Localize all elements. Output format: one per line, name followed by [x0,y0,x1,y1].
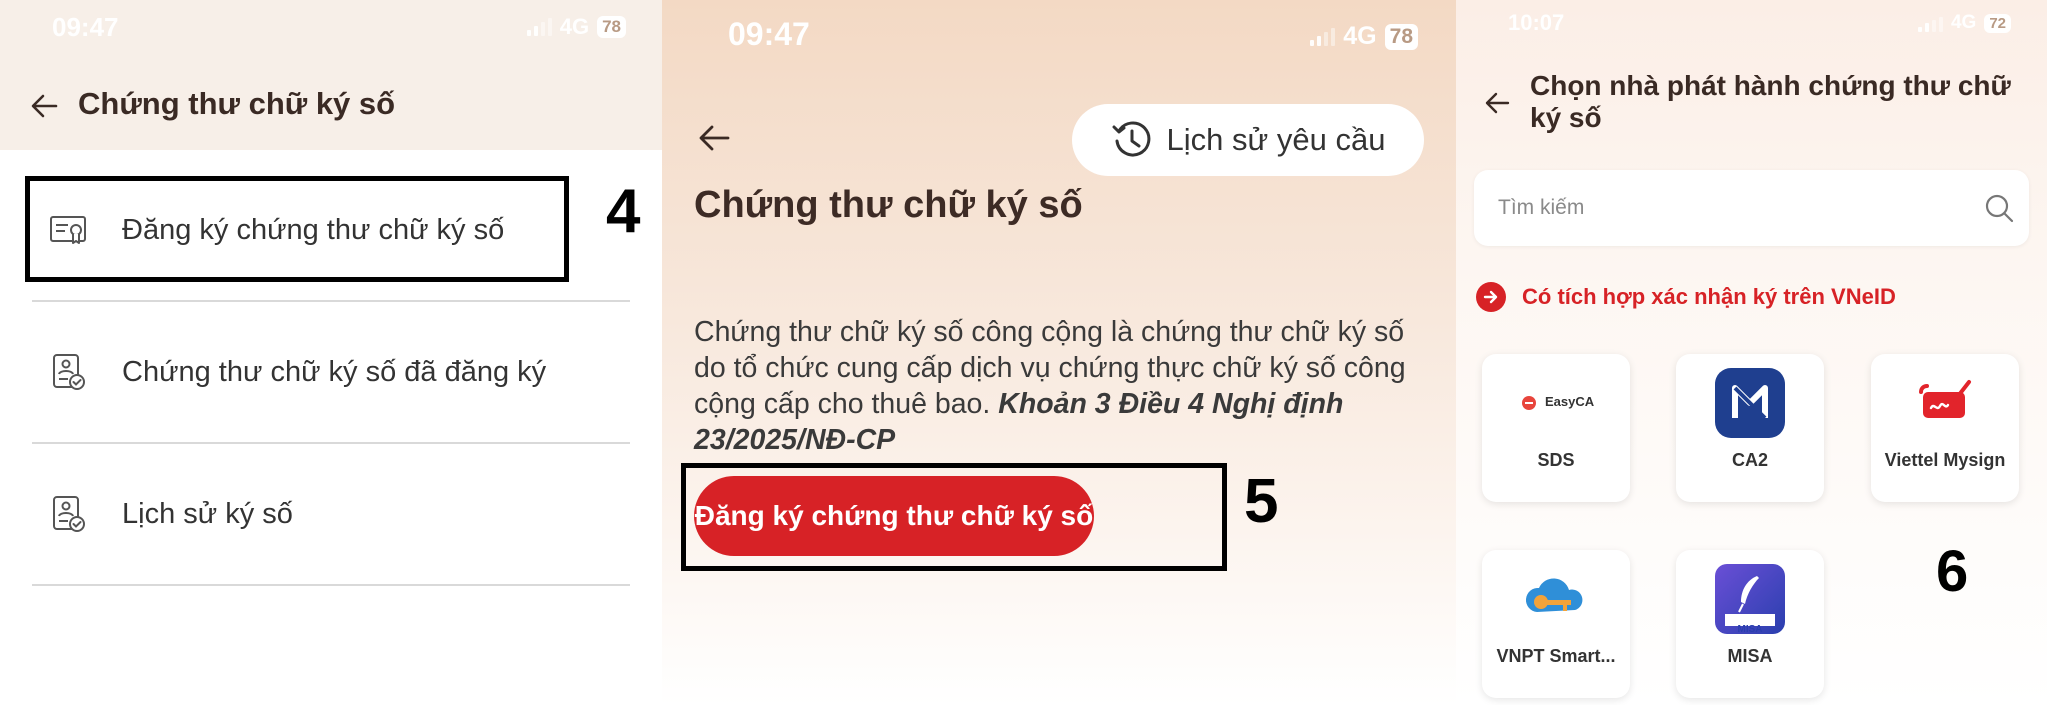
step-number-6: 6 [1936,539,1969,604]
status-indicators: 4G 78 [526,14,626,40]
page-title: Chọn nhà phát hành chứng thư chữ ký số [1530,70,2011,133]
certificate-description: Chứng thư chữ ký số công cộng là chứng t… [694,314,1434,458]
screen-choose-issuer: 10:07 4G 72 Chọn nhà phát hành chứng thư… [1456,0,2047,705]
back-arrow-icon[interactable] [30,92,58,120]
network-type: 4G [1950,12,1977,33]
page-title: Chứng thư chữ ký số [78,86,396,121]
step-number-5: 5 [1244,467,1279,536]
menu-item-registered-certificates[interactable]: Chứng thư chữ ký số đã đăng ký [32,302,630,444]
vneid-integration-heading: Có tích hợp xác nhận ký trên VNeID [1476,282,1896,312]
search-input[interactable] [1498,190,1938,226]
provider-name: MISA [1727,646,1773,666]
battery-level: 78 [1384,23,1418,50]
battery-level: 72 [1984,13,2011,33]
vnpt-cloud-key-logo-icon [1519,562,1593,636]
ca2-logo-icon [1713,366,1787,440]
status-bar: 09:47 4G 78 [662,0,1456,60]
status-bar: 09:47 4G 78 [0,0,662,60]
provider-name: SDS [1537,450,1575,470]
back-arrow-icon[interactable] [1484,90,1510,116]
easyca-logo-icon: EasyCA [1519,366,1595,440]
highlight-box-step-4 [25,176,569,282]
document-check-icon [53,496,85,532]
document-check-icon [53,354,85,390]
provider-name: CA2 [1731,450,1768,470]
provider-card-ca2[interactable]: CA2 [1676,354,1824,502]
search-box [1474,170,2029,246]
history-clock-icon [1112,121,1150,157]
status-indicators: 4G 78 [1310,22,1418,51]
provider-card-misa[interactable]: MISA MISA [1676,550,1824,698]
arrow-right-icon [1476,282,1506,312]
network-type: 4G [1343,22,1377,50]
signal-icon [1917,14,1943,32]
request-history-label: Lịch sử yêu cầu [1166,122,1386,157]
provider-card-sds[interactable]: EasyCA SDS [1482,354,1630,502]
signal-icon [526,18,552,36]
vneid-label: Có tích hợp xác nhận ký trên VNeID [1522,284,1896,309]
menu-item-signing-history[interactable]: Lịch sử ký số [32,444,630,586]
back-arrow-icon[interactable] [698,122,730,154]
provider-card-vnpt-smart[interactable]: VNPT Smart... [1482,550,1630,698]
provider-name: VNPT Smart... [1496,646,1616,666]
request-history-button[interactable]: Lịch sử yêu cầu [1072,104,1424,176]
search-icon[interactable] [1983,192,2015,224]
status-indicators: 4G 72 [1917,12,2011,34]
provider-name: Viettel Mysign [1884,450,2006,470]
step-number-4: 4 [606,177,641,246]
screen-certificate-info: 09:47 4G 78 Lịch sử yêu cầu Chứng thư ch… [662,0,1456,705]
battery-level: 78 [597,16,626,38]
menu-item-label: Lịch sử ký số [122,497,293,530]
page-title: Chứng thư chữ ký số [694,184,1083,226]
status-time: 09:47 [728,16,810,52]
status-time: 09:47 [52,12,119,42]
status-time: 10:07 [1508,10,1565,35]
misa-logo-icon: MISA [1713,562,1787,636]
provider-card-viettel-mysign[interactable]: Viettel Mysign [1871,354,2019,502]
status-bar: 10:07 4G 72 [1456,0,2047,60]
network-type: 4G [559,14,590,39]
easyca-logo-text: EasyCA [1545,394,1595,409]
highlight-box-step-5 [681,463,1227,571]
misa-logo-text: MISA [1737,624,1763,635]
menu-item-label: Chứng thư chữ ký số đã đăng ký [122,355,547,388]
viettel-mysign-logo-icon [1908,366,1982,440]
screen-certificate-menu: 09:47 4G 78 Chứng thư chữ ký số Đăng ký … [0,0,662,705]
signal-icon [1310,27,1336,46]
